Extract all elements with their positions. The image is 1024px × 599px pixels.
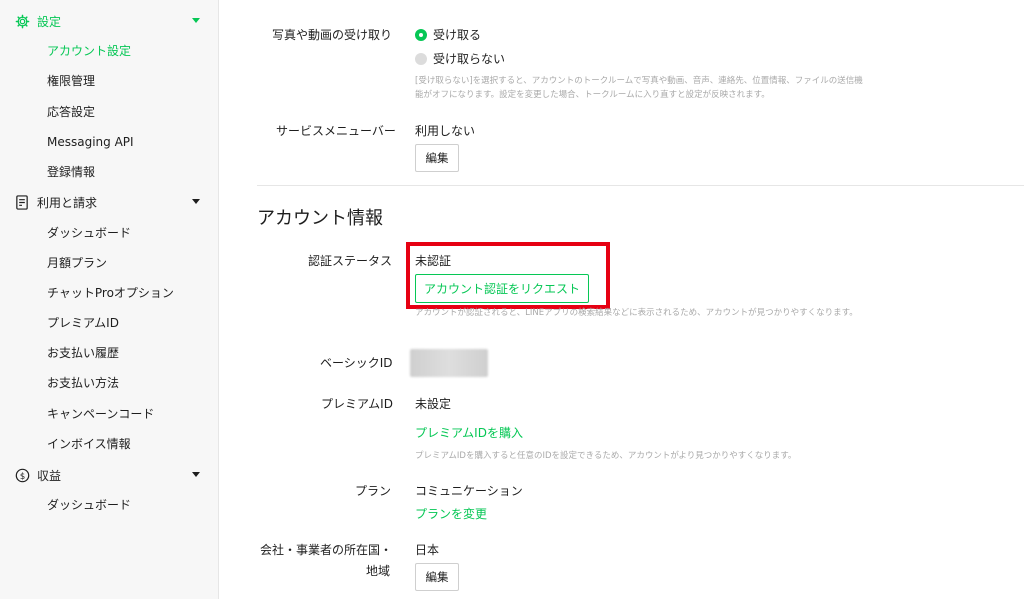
sidebar-item-messaging-api[interactable]: Messaging API <box>47 133 134 151</box>
svg-text:$: $ <box>19 470 24 480</box>
sidebar-item-dashboard[interactable]: ダッシュボード <box>47 224 131 242</box>
country-value: 日本 <box>415 543 440 557</box>
media-note: [受け取らない]を選択すると、アカウントのトークルームで写真や動画、音声、連絡先… <box>415 76 863 100</box>
radio-selected-icon <box>415 28 427 41</box>
sidebar-item-premium-id[interactable]: プレミアムID <box>47 314 119 332</box>
sidebar-item-registration[interactable]: 登録情報 <box>47 163 95 181</box>
sidebar-section-revenue[interactable]: $ 収益 <box>14 464 204 486</box>
sidebar: 設定 アカウント設定 権限管理 応答設定 Messaging API 登録情報 … <box>0 0 219 599</box>
sidebar-section-label: 収益 <box>37 468 62 483</box>
gear-icon <box>14 13 30 29</box>
auth-status-value: 未認証 <box>415 254 452 268</box>
sidebar-item-account-settings[interactable]: アカウント設定 <box>47 42 131 60</box>
sidebar-item-payment-history[interactable]: お支払い履歴 <box>47 344 119 362</box>
document-icon <box>14 194 30 210</box>
sidebar-item-campaign-code[interactable]: キャンペーンコード <box>47 405 154 423</box>
sidebar-section-label: 設定 <box>37 14 62 29</box>
sidebar-item-invoice[interactable]: インボイス情報 <box>47 435 131 453</box>
sidebar-item-monthly-plan[interactable]: 月額プラン <box>47 254 107 272</box>
chevron-down-icon <box>192 18 200 23</box>
account-info-heading: アカウント情報 <box>257 208 383 229</box>
dollar-icon: $ <box>14 467 30 483</box>
service-menu-label: サービスメニューバー <box>276 124 396 138</box>
sidebar-item-response[interactable]: 応答設定 <box>47 103 95 121</box>
country-label-line2: 地域 <box>365 564 390 578</box>
sidebar-item-permissions[interactable]: 権限管理 <box>47 72 95 90</box>
sidebar-item-revenue-dashboard[interactable]: ダッシュボード <box>47 496 131 514</box>
auth-note: アカウントが認証されると、LINEアプリの検索結果などに表示されるため、アカウン… <box>415 308 858 318</box>
basic-id-label: ベーシックID <box>320 356 393 370</box>
radio-receive-label: 受け取る <box>433 28 482 42</box>
country-label: 会社・事業者の所在国・ 地域 <box>260 541 393 579</box>
radio-not-receive-label: 受け取らない <box>433 52 506 66</box>
media-reception-label: 写真や動画の受け取り <box>272 28 393 42</box>
buy-premium-id-link[interactable]: プレミアムIDを購入 <box>415 424 523 441</box>
sidebar-section-billing[interactable]: 利用と請求 <box>14 191 204 213</box>
premium-id-label: プレミアムID <box>321 397 393 411</box>
section-divider <box>257 185 1024 186</box>
plan-label: プラン <box>355 484 392 498</box>
radio-receive[interactable]: 受け取る <box>415 26 481 43</box>
sidebar-section-label: 利用と請求 <box>37 195 98 210</box>
chevron-down-icon <box>192 472 200 477</box>
plan-value: コミュニケーション <box>415 484 523 498</box>
service-menu-value: 利用しない <box>415 124 476 138</box>
radio-unselected-icon <box>415 52 427 65</box>
basic-id-redacted <box>410 349 488 377</box>
change-plan-link[interactable]: プランを変更 <box>415 505 487 522</box>
country-label-line1: 会社・事業者の所在国・ <box>260 543 393 557</box>
premium-id-note: プレミアムIDを購入すると任意のIDを設定できるため、アカウントがより見つかりや… <box>415 451 797 461</box>
request-verification-button[interactable]: アカウント認証をリクエスト <box>415 274 589 303</box>
chevron-down-icon <box>192 199 200 204</box>
sidebar-item-chat-pro[interactable]: チャットProオプション <box>47 284 174 302</box>
sidebar-section-settings[interactable]: 設定 <box>14 10 204 32</box>
radio-not-receive[interactable]: 受け取らない <box>415 50 505 67</box>
service-menu-edit-button[interactable]: 編集 <box>415 144 459 172</box>
sidebar-item-payment-method[interactable]: お支払い方法 <box>47 374 119 392</box>
premium-id-value: 未設定 <box>415 397 452 411</box>
country-edit-button[interactable]: 編集 <box>415 563 459 591</box>
auth-status-label: 認証ステータス <box>308 254 393 268</box>
